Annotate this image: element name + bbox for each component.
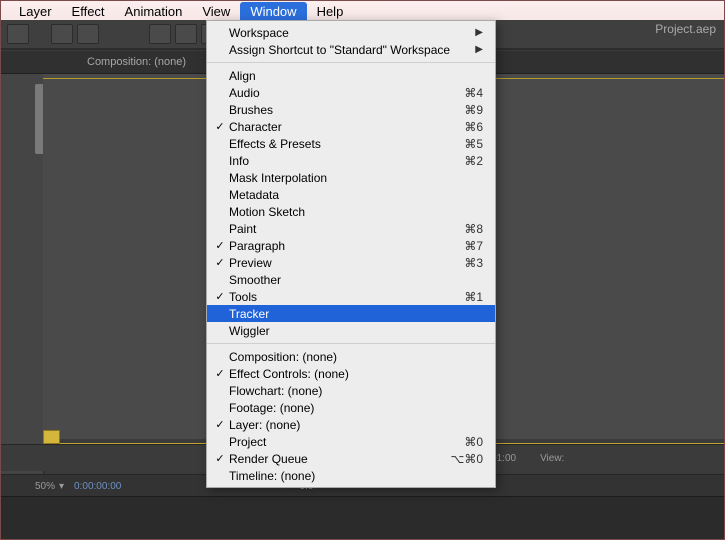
left-sidebar	[1, 74, 44, 479]
menu-item-label: Timeline: (none)	[227, 469, 483, 483]
menu-item[interactable]: ✓Layer: (none)	[207, 416, 495, 433]
menu-item[interactable]: Audio⌘4	[207, 84, 495, 101]
collapsed-panel-handle[interactable]	[35, 84, 43, 154]
app-root: Layer Effect Animation View Window Help …	[0, 0, 725, 540]
tool-icon[interactable]	[77, 24, 99, 44]
menu-item[interactable]: ✓Tools⌘1	[207, 288, 495, 305]
menu-item-label: Effects & Presets	[227, 137, 464, 151]
menu-item-label: Tools	[227, 290, 464, 304]
menu-item[interactable]: Footage: (none)	[207, 399, 495, 416]
submenu-arrow-icon: ▶	[475, 44, 483, 55]
checkmark-icon: ✓	[213, 290, 227, 303]
menu-item-label: Render Queue	[227, 452, 450, 466]
view-label: View:	[540, 453, 564, 464]
menu-item-label: Assign Shortcut to "Standard" Workspace	[227, 43, 475, 57]
tool-icon[interactable]	[149, 24, 171, 44]
menu-item-shortcut: ⌘1	[464, 290, 483, 304]
menu-layer[interactable]: Layer	[9, 2, 62, 20]
menu-separator	[207, 62, 495, 63]
menu-item[interactable]: ✓Character⌘6	[207, 118, 495, 135]
checkmark-icon: ✓	[213, 120, 227, 133]
menu-item-shortcut: ⌘8	[464, 222, 483, 236]
menu-item-shortcut: ⌘5	[464, 137, 483, 151]
menu-item[interactable]: ✓Paragraph⌘7	[207, 237, 495, 254]
menu-item-label: Info	[227, 154, 464, 168]
submenu-arrow-icon: ▶	[475, 27, 483, 38]
menu-item[interactable]: Wiggler	[207, 322, 495, 339]
menu-item-shortcut: ⌘6	[464, 120, 483, 134]
menu-item-label: Mask Interpolation	[227, 171, 483, 185]
system-menubar: Layer Effect Animation View Window Help	[1, 1, 724, 21]
menu-window[interactable]: Window	[240, 2, 306, 20]
menu-item-label: Character	[227, 120, 464, 134]
menu-item-shortcut: ⌘7	[464, 239, 483, 253]
menu-item[interactable]: Motion Sketch	[207, 203, 495, 220]
menu-item-label: Footage: (none)	[227, 401, 483, 415]
menu-item-label: Workspace	[227, 26, 475, 40]
menu-help[interactable]: Help	[307, 2, 354, 20]
footer-time[interactable]: 0:00:00:00	[74, 481, 121, 492]
window-menu-dropdown: Workspace▶Assign Shortcut to "Standard" …	[206, 20, 496, 488]
menu-effect[interactable]: Effect	[62, 2, 115, 20]
menu-item[interactable]: Brushes⌘9	[207, 101, 495, 118]
checkmark-icon: ✓	[213, 452, 227, 465]
menu-item[interactable]: Workspace▶	[207, 24, 495, 41]
menu-item-shortcut: ⌘2	[464, 154, 483, 168]
menu-item[interactable]: Composition: (none)	[207, 348, 495, 365]
menu-item[interactable]: Project⌘0	[207, 433, 495, 450]
menu-animation[interactable]: Animation	[115, 2, 193, 20]
zoom-select[interactable]: 50% ▾	[35, 481, 64, 492]
menu-item-label: Motion Sketch	[227, 205, 483, 219]
menu-item-label: Brushes	[227, 103, 464, 117]
menu-item-shortcut: ⌘0	[464, 435, 483, 449]
menu-item-label: Audio	[227, 86, 464, 100]
menu-item-shortcut: ⌘4	[464, 86, 483, 100]
menu-item-label: Preview	[227, 256, 464, 270]
menu-item[interactable]: Assign Shortcut to "Standard" Workspace▶	[207, 41, 495, 58]
menu-item[interactable]: ✓Preview⌘3	[207, 254, 495, 271]
menu-item[interactable]: Flowchart: (none)	[207, 382, 495, 399]
menu-item-label: Project	[227, 435, 464, 449]
menu-item[interactable]: Mask Interpolation	[207, 169, 495, 186]
menu-item[interactable]: Timeline: (none)	[207, 467, 495, 484]
menu-item-shortcut: ⌥⌘0	[450, 452, 483, 466]
menu-item-label: Layer: (none)	[227, 418, 483, 432]
menu-item-label: Tracker	[227, 307, 483, 321]
tool-icon[interactable]	[7, 24, 29, 44]
menu-item-label: Effect Controls: (none)	[227, 367, 483, 381]
menu-item-label: Smoother	[227, 273, 483, 287]
menu-item-label: Flowchart: (none)	[227, 384, 483, 398]
menu-item[interactable]: Smoother	[207, 271, 495, 288]
menu-item[interactable]: Tracker	[207, 305, 495, 322]
menu-item-shortcut: ⌘3	[464, 256, 483, 270]
footer-dark-area	[1, 496, 724, 539]
menu-item-label: Align	[227, 69, 483, 83]
menu-item[interactable]: ✓Effect Controls: (none)	[207, 365, 495, 382]
checkmark-icon: ✓	[213, 239, 227, 252]
menu-item[interactable]: Metadata	[207, 186, 495, 203]
checkmark-icon: ✓	[213, 418, 227, 431]
composition-label: Composition: (none)	[87, 56, 186, 68]
checkmark-icon: ✓	[213, 367, 227, 380]
menu-item-label: Paint	[227, 222, 464, 236]
menu-item[interactable]: ✓Render Queue⌥⌘0	[207, 450, 495, 467]
project-title: Project.aep	[655, 22, 716, 36]
menu-item-label: Wiggler	[227, 324, 483, 338]
menu-item-label: Composition: (none)	[227, 350, 483, 364]
menu-item[interactable]: Info⌘2	[207, 152, 495, 169]
menu-separator	[207, 343, 495, 344]
work-area-start-marker[interactable]	[43, 430, 60, 444]
menu-item-label: Metadata	[227, 188, 483, 202]
menu-item-shortcut: ⌘9	[464, 103, 483, 117]
checkmark-icon: ✓	[213, 256, 227, 269]
menu-item[interactable]: Paint⌘8	[207, 220, 495, 237]
menu-item[interactable]: Effects & Presets⌘5	[207, 135, 495, 152]
tool-icon[interactable]	[51, 24, 73, 44]
tool-icon[interactable]	[175, 24, 197, 44]
menu-item[interactable]: Align	[207, 67, 495, 84]
menu-item-label: Paragraph	[227, 239, 464, 253]
menu-view[interactable]: View	[192, 2, 240, 20]
